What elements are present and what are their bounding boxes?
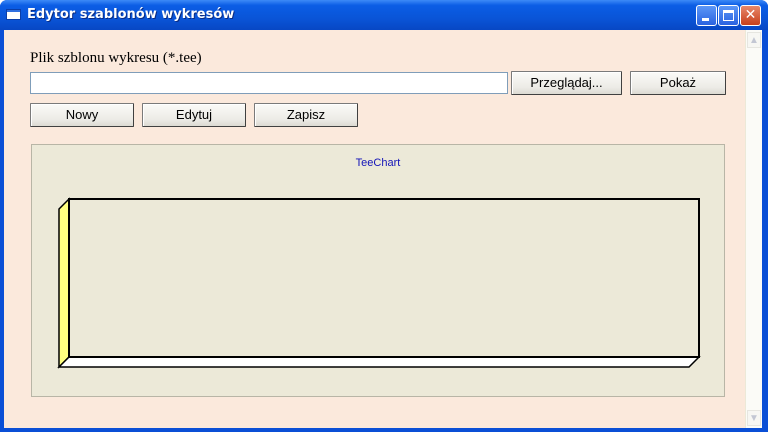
title-bar[interactable]: Edytor szablonów wykresów ✕ bbox=[0, 0, 768, 30]
scroll-up-arrow-icon[interactable]: ▲ bbox=[747, 32, 761, 48]
file-path-input[interactable] bbox=[30, 72, 508, 94]
file-label: Plik szblonu wykresu (*.tee) bbox=[30, 50, 202, 66]
window-icon bbox=[6, 9, 21, 20]
minimize-button[interactable] bbox=[696, 5, 717, 26]
edit-button[interactable]: Edytuj bbox=[142, 103, 246, 127]
client-area: Plik szblonu wykresu (*.tee) Przeglądaj.… bbox=[4, 30, 745, 428]
vertical-scrollbar[interactable]: ▲ ▼ bbox=[745, 30, 762, 428]
chart-back-wall bbox=[68, 198, 700, 358]
close-icon: ✕ bbox=[744, 7, 757, 23]
new-button[interactable]: Nowy bbox=[30, 103, 134, 127]
show-button[interactable]: Pokaż bbox=[630, 71, 726, 95]
save-button[interactable]: Zapisz bbox=[254, 103, 358, 127]
maximize-icon bbox=[723, 10, 734, 21]
chart-floor bbox=[57, 356, 701, 368]
maximize-button[interactable] bbox=[718, 5, 739, 26]
window-title: Edytor szablonów wykresów bbox=[27, 7, 235, 22]
chart-canvas bbox=[57, 197, 701, 369]
app-window: Edytor szablonów wykresów ✕ Plik szblonu… bbox=[0, 0, 768, 432]
scroll-down-arrow-icon[interactable]: ▼ bbox=[747, 410, 761, 426]
browse-button[interactable]: Przeglądaj... bbox=[511, 71, 622, 95]
chart-panel[interactable]: TeeChart bbox=[31, 144, 725, 397]
chart-left-wall bbox=[58, 197, 70, 369]
minimize-icon bbox=[702, 18, 709, 21]
close-button[interactable]: ✕ bbox=[740, 5, 761, 26]
